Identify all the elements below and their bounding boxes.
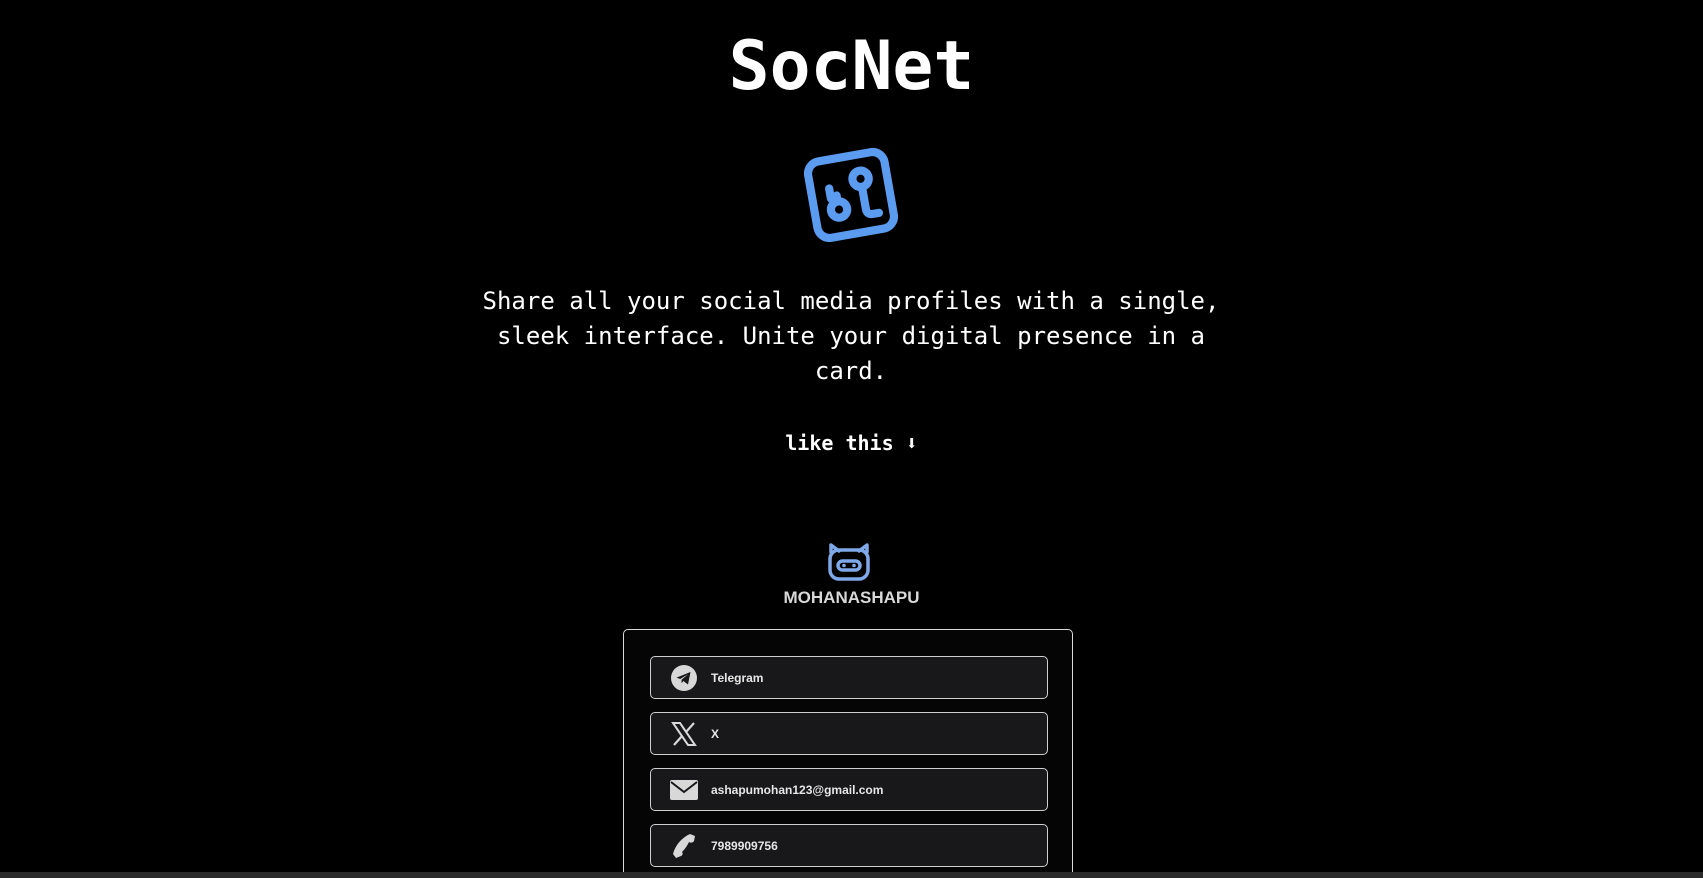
profile-card: Telegram X ashapumohan123@gmail.com 7989… xyxy=(623,629,1073,872)
link-x[interactable]: X xyxy=(650,712,1048,755)
link-phone[interactable]: 7989909756 xyxy=(650,824,1048,867)
link-label: X xyxy=(711,726,720,741)
link-telegram[interactable]: Telegram xyxy=(650,656,1048,699)
telegram-icon xyxy=(669,663,699,693)
envelope-icon xyxy=(669,775,699,805)
app-title: SocNet xyxy=(728,27,975,106)
example-hint: like this ⬇ xyxy=(785,431,918,455)
profile-username: MOHANASHAPU xyxy=(783,588,920,607)
socnet-logo-icon xyxy=(803,147,899,243)
window-bottom-edge xyxy=(0,872,1703,878)
phone-icon xyxy=(669,831,699,861)
tagline: Share all your social media profiles wit… xyxy=(482,287,1220,385)
robot-face-icon xyxy=(828,543,870,581)
landing-page: SocNet Share all your social media profi… xyxy=(0,0,1703,872)
link-label: 7989909756 xyxy=(711,838,778,853)
link-label: Telegram xyxy=(711,670,764,685)
x-logo-icon xyxy=(669,719,699,749)
link-email[interactable]: ashapumohan123@gmail.com xyxy=(650,768,1048,811)
link-label: ashapumohan123@gmail.com xyxy=(711,782,884,797)
